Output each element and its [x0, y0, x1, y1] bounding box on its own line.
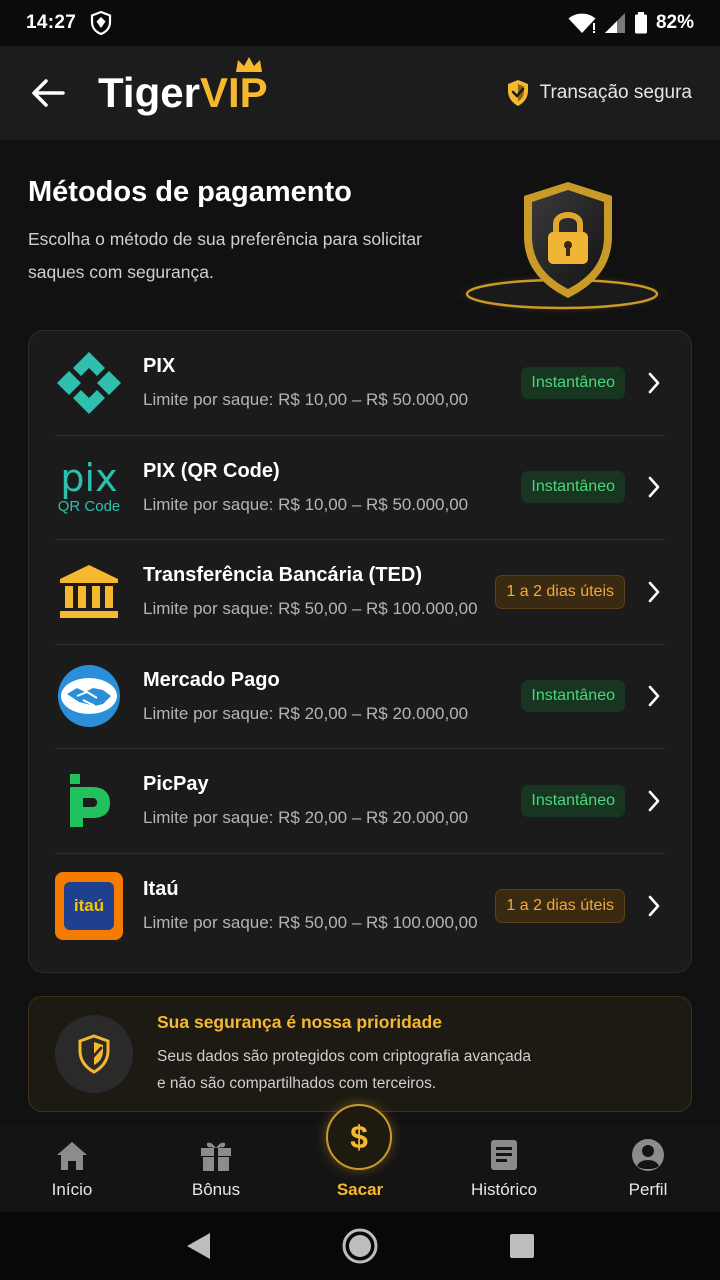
- crown-icon: [235, 57, 262, 72]
- method-limit: Limite por saque: R$ 20,00 – R$ 20.000,0…: [143, 808, 469, 828]
- method-name: Mercado Pago: [143, 668, 280, 691]
- method-name: PIX: [143, 355, 176, 378]
- hero-section: Métodos de pagamento Escolha o método de…: [28, 176, 468, 289]
- status-time: 14:27: [26, 12, 77, 33]
- tigervip-logo: Tiger VIP: [98, 57, 268, 116]
- dollar-icon: $: [350, 1119, 368, 1155]
- system-recents-icon[interactable]: [508, 1232, 536, 1260]
- page-subtitle: Escolha o método de sua preferência para…: [28, 229, 422, 282]
- status-bar: 14:27 82%: [0, 0, 720, 46]
- method-name: Transferência Bancária (TED): [143, 564, 422, 587]
- payment-methods-list: PIX Limite por saque: R$ 10,00 – R$ 50.0…: [28, 330, 692, 973]
- secure-transaction: Transação segura: [506, 79, 692, 107]
- security-title: Sua segurança é nossa prioridade: [157, 1011, 442, 1032]
- secure-label: Transação segura: [539, 82, 692, 103]
- sacar-button[interactable]: $: [326, 1104, 392, 1170]
- signal-icon: [604, 13, 625, 33]
- status-badge: 1 a 2 dias úteis: [495, 574, 625, 609]
- logo-tiger-text: Tiger: [98, 69, 200, 116]
- history-icon: [491, 1140, 517, 1170]
- wifi-icon: [568, 13, 596, 33]
- payment-method-mercado-pago[interactable]: Mercado Pago Limite por saque: R$ 20,00 …: [55, 645, 665, 749]
- chevron-right-icon: [648, 476, 660, 498]
- payment-method-pix[interactable]: PIX Limite por saque: R$ 10,00 – R$ 50.0…: [55, 331, 665, 436]
- pix-icon: [57, 351, 121, 414]
- chevron-right-icon: [648, 581, 660, 603]
- picpay-icon: [70, 773, 110, 827]
- nav-item-inicio[interactable]: Início: [0, 1124, 144, 1212]
- chevron-right-icon: [648, 790, 660, 812]
- svg-text:$: $: [350, 1119, 368, 1155]
- method-limit: Limite por saque: R$ 20,00 – R$ 20.000,0…: [143, 703, 469, 723]
- pix-qr-icon: pix QR Code: [57, 455, 121, 515]
- back-button[interactable]: [28, 73, 68, 113]
- payment-method-ted[interactable]: Transferência Bancária (TED) Limite por …: [55, 540, 665, 645]
- system-back-icon[interactable]: [184, 1231, 212, 1261]
- chevron-right-icon: [648, 372, 660, 394]
- status-badge: Instantâneo: [521, 680, 625, 713]
- chevron-right-icon: [648, 685, 660, 707]
- bank-icon: [60, 564, 118, 618]
- method-name: PIX (QR Code): [143, 459, 280, 482]
- nav-item-bonus[interactable]: Bônus: [144, 1124, 288, 1212]
- itau-icon: itaú: [55, 871, 123, 940]
- app-header: Tiger VIP Transação segura: [0, 46, 720, 140]
- security-notice: Sua segurança é nossa prioridade Seus da…: [28, 996, 692, 1112]
- method-limit: Limite por saque: R$ 50,00 – R$ 100.000,…: [143, 599, 478, 619]
- payment-method-itau[interactable]: itaú Itaú Limite por saque: R$ 50,00 – R…: [55, 854, 665, 959]
- shield-check-icon: [78, 1034, 110, 1074]
- method-name: Itaú: [143, 878, 179, 901]
- chevron-right-icon: [648, 895, 660, 917]
- method-limit: Limite por saque: R$ 50,00 – R$ 100.000,…: [143, 913, 478, 933]
- security-description: Seus dados são protegidos com criptograf…: [157, 1047, 531, 1092]
- shield-check-icon: [507, 80, 528, 106]
- status-badge: Instantâneo: [521, 471, 625, 504]
- system-home-icon[interactable]: [341, 1227, 379, 1265]
- status-badge: 1 a 2 dias úteis: [495, 888, 625, 923]
- handshake-icon: [58, 665, 120, 728]
- battery-percent: 82%: [655, 12, 694, 33]
- battery-icon: [634, 12, 647, 34]
- system-navigation: [0, 1212, 720, 1280]
- shield-lock-illustration: [454, 182, 670, 314]
- page-title: Métodos de pagamento: [28, 176, 352, 208]
- nav-item-perfil[interactable]: Perfil: [576, 1124, 720, 1212]
- gift-icon: [201, 1142, 231, 1171]
- status-badge: Instantâneo: [521, 784, 625, 817]
- payment-method-pix-qr[interactable]: pix QR Code PIX (QR Code) Limite por saq…: [55, 436, 665, 540]
- arrow-left-icon: [32, 79, 65, 107]
- status-badge: Instantâneo: [521, 366, 625, 399]
- shield-status-icon: [91, 11, 112, 35]
- profile-icon: [632, 1139, 664, 1171]
- nav-item-historico[interactable]: Histórico: [432, 1124, 576, 1212]
- home-icon: [57, 1142, 87, 1170]
- method-name: PicPay: [143, 773, 209, 796]
- payment-method-picpay[interactable]: PicPay Limite por saque: R$ 20,00 – R$ 2…: [55, 749, 665, 854]
- method-limit: Limite por saque: R$ 10,00 – R$ 50.000,0…: [143, 494, 469, 514]
- logo-vip-text: VIP: [199, 69, 268, 116]
- method-limit: Limite por saque: R$ 10,00 – R$ 50.000,0…: [143, 390, 469, 410]
